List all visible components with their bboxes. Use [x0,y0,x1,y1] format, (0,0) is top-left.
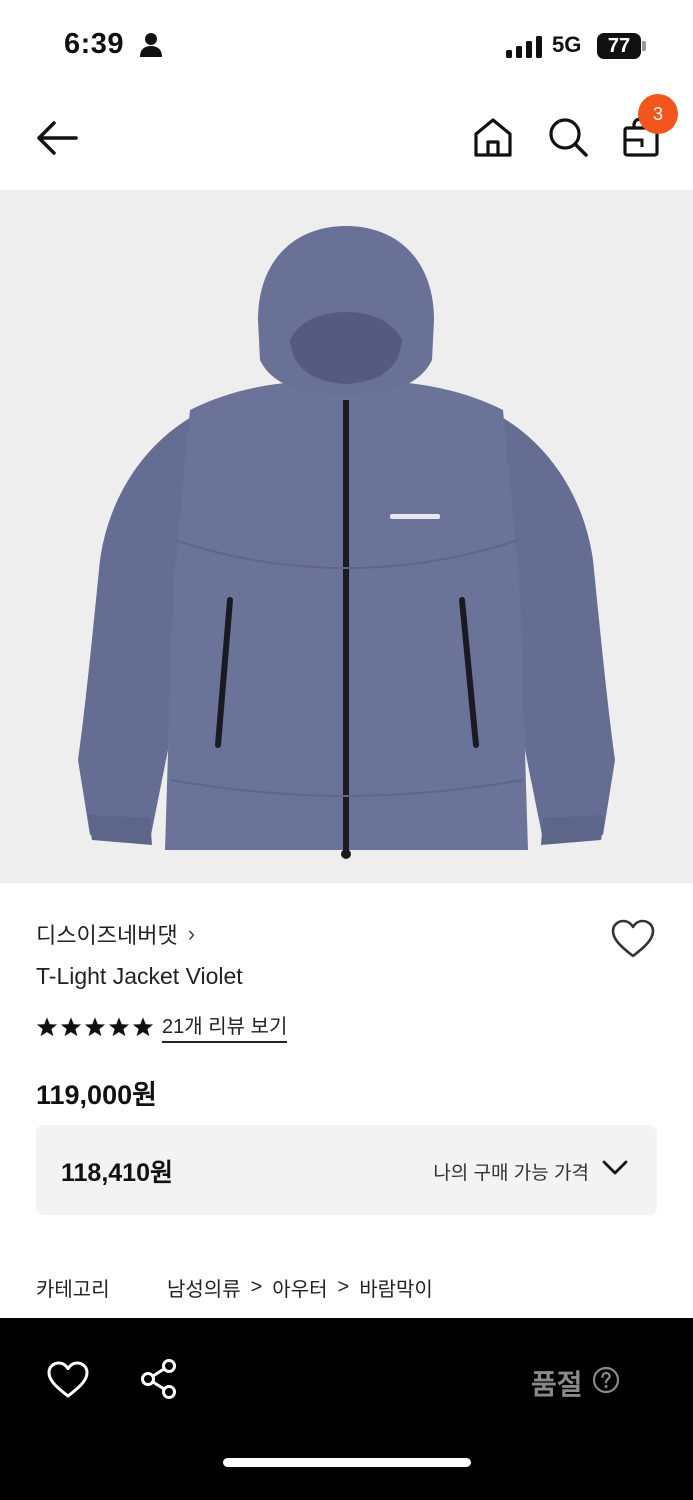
battery-level: 77 [597,33,641,59]
battery-cap [642,41,646,51]
jacket-image [78,226,615,859]
chevron-right-icon: › [187,921,196,946]
status-bar: 6:39 5G 77 [0,0,693,92]
member-price-label: 나의 구매 가능 가격 [433,1163,589,1184]
battery-icon: 77 [597,33,647,59]
star-icon [36,1016,58,1036]
category-label: 카테고리 [36,1279,110,1301]
home-icon[interactable] [470,114,516,160]
product-image[interactable] [0,190,693,883]
category-crumb-windbreaker[interactable]: 바람막이 [359,1273,433,1302]
review-link[interactable]: 21개 리뷰 보기 [162,1010,288,1043]
chevron-right-icon: > [250,1276,263,1298]
star-icon [132,1016,154,1036]
search-icon[interactable] [545,114,591,160]
category-crumb-men[interactable]: 남성의류 [167,1273,241,1302]
star-icon [108,1016,130,1036]
category-crumb-outer[interactable]: 아우터 [272,1273,327,1302]
home-indicator [223,1458,471,1467]
question-circle-icon[interactable] [592,1366,620,1394]
nav-bar: 3 [0,92,693,190]
sold-out-button[interactable]: 품절 [531,1363,583,1403]
bottom-action-bar: 품절 [0,1318,693,1500]
heart-outline-icon[interactable] [46,1360,90,1400]
brand-link[interactable]: 디스이즈네버댓 › [36,918,195,950]
signal-icon [506,36,542,58]
star-icon [60,1016,82,1036]
arrow-left-icon[interactable] [32,114,82,162]
member-price: 118,410원 [61,1159,173,1187]
share-icon[interactable] [138,1358,180,1400]
status-time: 6:39 [64,28,125,60]
cart-count-badge: 3 [638,94,678,134]
heart-outline-icon[interactable] [610,918,656,960]
product-price: 119,000원 [36,1080,157,1110]
product-name: T-Light Jacket Violet [36,963,243,989]
rating-stars [36,1016,154,1038]
chevron-down-icon [602,1160,628,1175]
chevron-right-icon: > [337,1276,350,1298]
brand-name: 디스이즈네버댓 [36,923,178,948]
star-icon [84,1016,106,1036]
member-price-dropdown[interactable]: 118,410원 나의 구매 가능 가격 [36,1125,657,1215]
rating-row: 21개 리뷰 보기 [36,1010,288,1043]
person-icon [140,33,162,57]
category-row: 카테고리 남성의류 > 아우터 > 바람막이 [36,1273,656,1302]
network-type: 5G [552,32,582,57]
